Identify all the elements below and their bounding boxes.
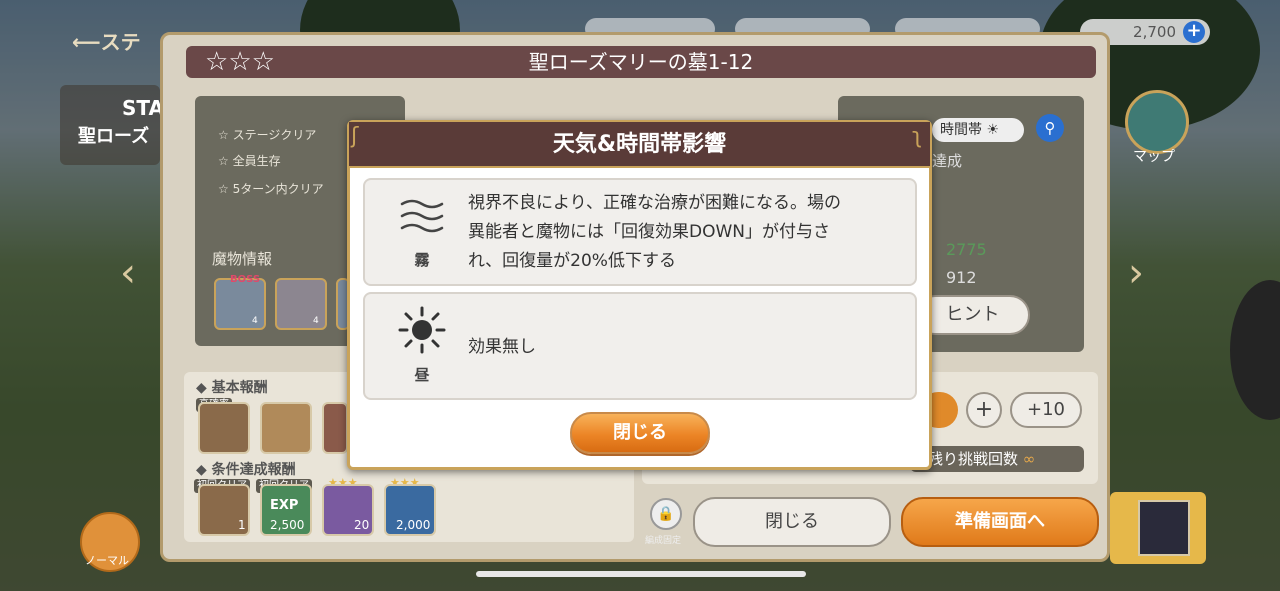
fog-description-line: 異能者と魔物には「回復効果DOWN」が付与さ [468,222,830,242]
achievement-label: 達成 [932,152,963,170]
boss-badge: BOSS [230,274,261,285]
next-stage-arrow-icon[interactable]: › [1128,250,1144,296]
monster-level: 4 [313,316,319,326]
sun-icon: ☀ [986,122,1000,138]
monster-card-boss[interactable] [214,278,266,330]
stage-side-name: 聖ローズ [78,126,150,147]
day-label: 昼 [414,366,430,384]
reward-item-staff[interactable] [198,402,250,454]
back-arrow-icon: ⟵ [72,30,101,54]
reward-count: 2,000 [396,518,431,532]
stage-title: 聖ローズマリーの墓1-12 [528,50,754,74]
sun-icon [398,306,446,354]
close-stage-button[interactable]: 閉じる [693,497,891,547]
fog-icon [398,196,446,236]
day-description: 効果無し [468,337,536,357]
condition-reward-heading: ◆ 条件達成報酬 [196,462,296,478]
modal-title: 天気&時間帯影響 [552,132,727,157]
search-icon[interactable]: ⚲ [1036,114,1064,142]
monster-level: 4 [252,316,258,326]
lock-icon[interactable]: 🔒 [650,498,682,530]
normal-mode-label: ノーマル [85,554,129,567]
fog-description-line: れ、回復量が20%低下する [468,251,676,271]
mission-item: ☆ ステージクリア [218,128,317,142]
character-portrait[interactable] [1138,500,1190,556]
mission-item: ☆ 5ターン内クリア [218,182,324,196]
add-gem-button[interactable]: + [1183,21,1205,43]
exp-icon: EXP [270,498,299,513]
reward-item[interactable] [322,402,348,454]
basic-reward-heading: ◆ 基本報酬 [196,380,268,396]
prev-stage-arrow-icon[interactable]: ‹ [120,250,136,296]
reward-count: 2,500 [270,518,305,532]
prepare-button[interactable]: 準備画面へ [901,497,1099,547]
reward-count: 20 [354,518,370,532]
stage-side-label: STA [122,96,164,120]
modal-close-button[interactable]: 閉じる [570,412,710,454]
reward-count: 1 [238,518,246,532]
fog-label: 霧 [414,251,430,269]
map-globe-icon[interactable] [1125,90,1189,154]
back-button[interactable]: ⟵ステ [72,26,141,55]
remaining-attempts: 残り挑戦回数 ∞ [910,446,1084,472]
home-indicator[interactable] [476,571,806,577]
stat-value-green: 2775 [946,240,987,259]
monster-info-label: 魔物情報 [212,250,273,268]
formation-lock-label: 編成固定 [645,536,682,546]
day-effect-card [363,292,917,400]
fog-description-line: 視界不良により、正確な治療が困難になる。場の [468,193,841,213]
increment-button[interactable]: + [966,392,1002,428]
monster-card[interactable] [275,278,327,330]
increment-10-button[interactable]: +10 [1010,392,1082,428]
map-label: マップ [1133,149,1175,165]
stat-value: 912 [946,268,977,287]
mission-item: ☆ 全員生存 [218,154,281,168]
reward-item-scroll[interactable] [260,402,312,454]
hint-button[interactable]: ヒント [915,295,1030,335]
time-zone-chip[interactable]: 時間帯 ☀ [932,118,1024,142]
